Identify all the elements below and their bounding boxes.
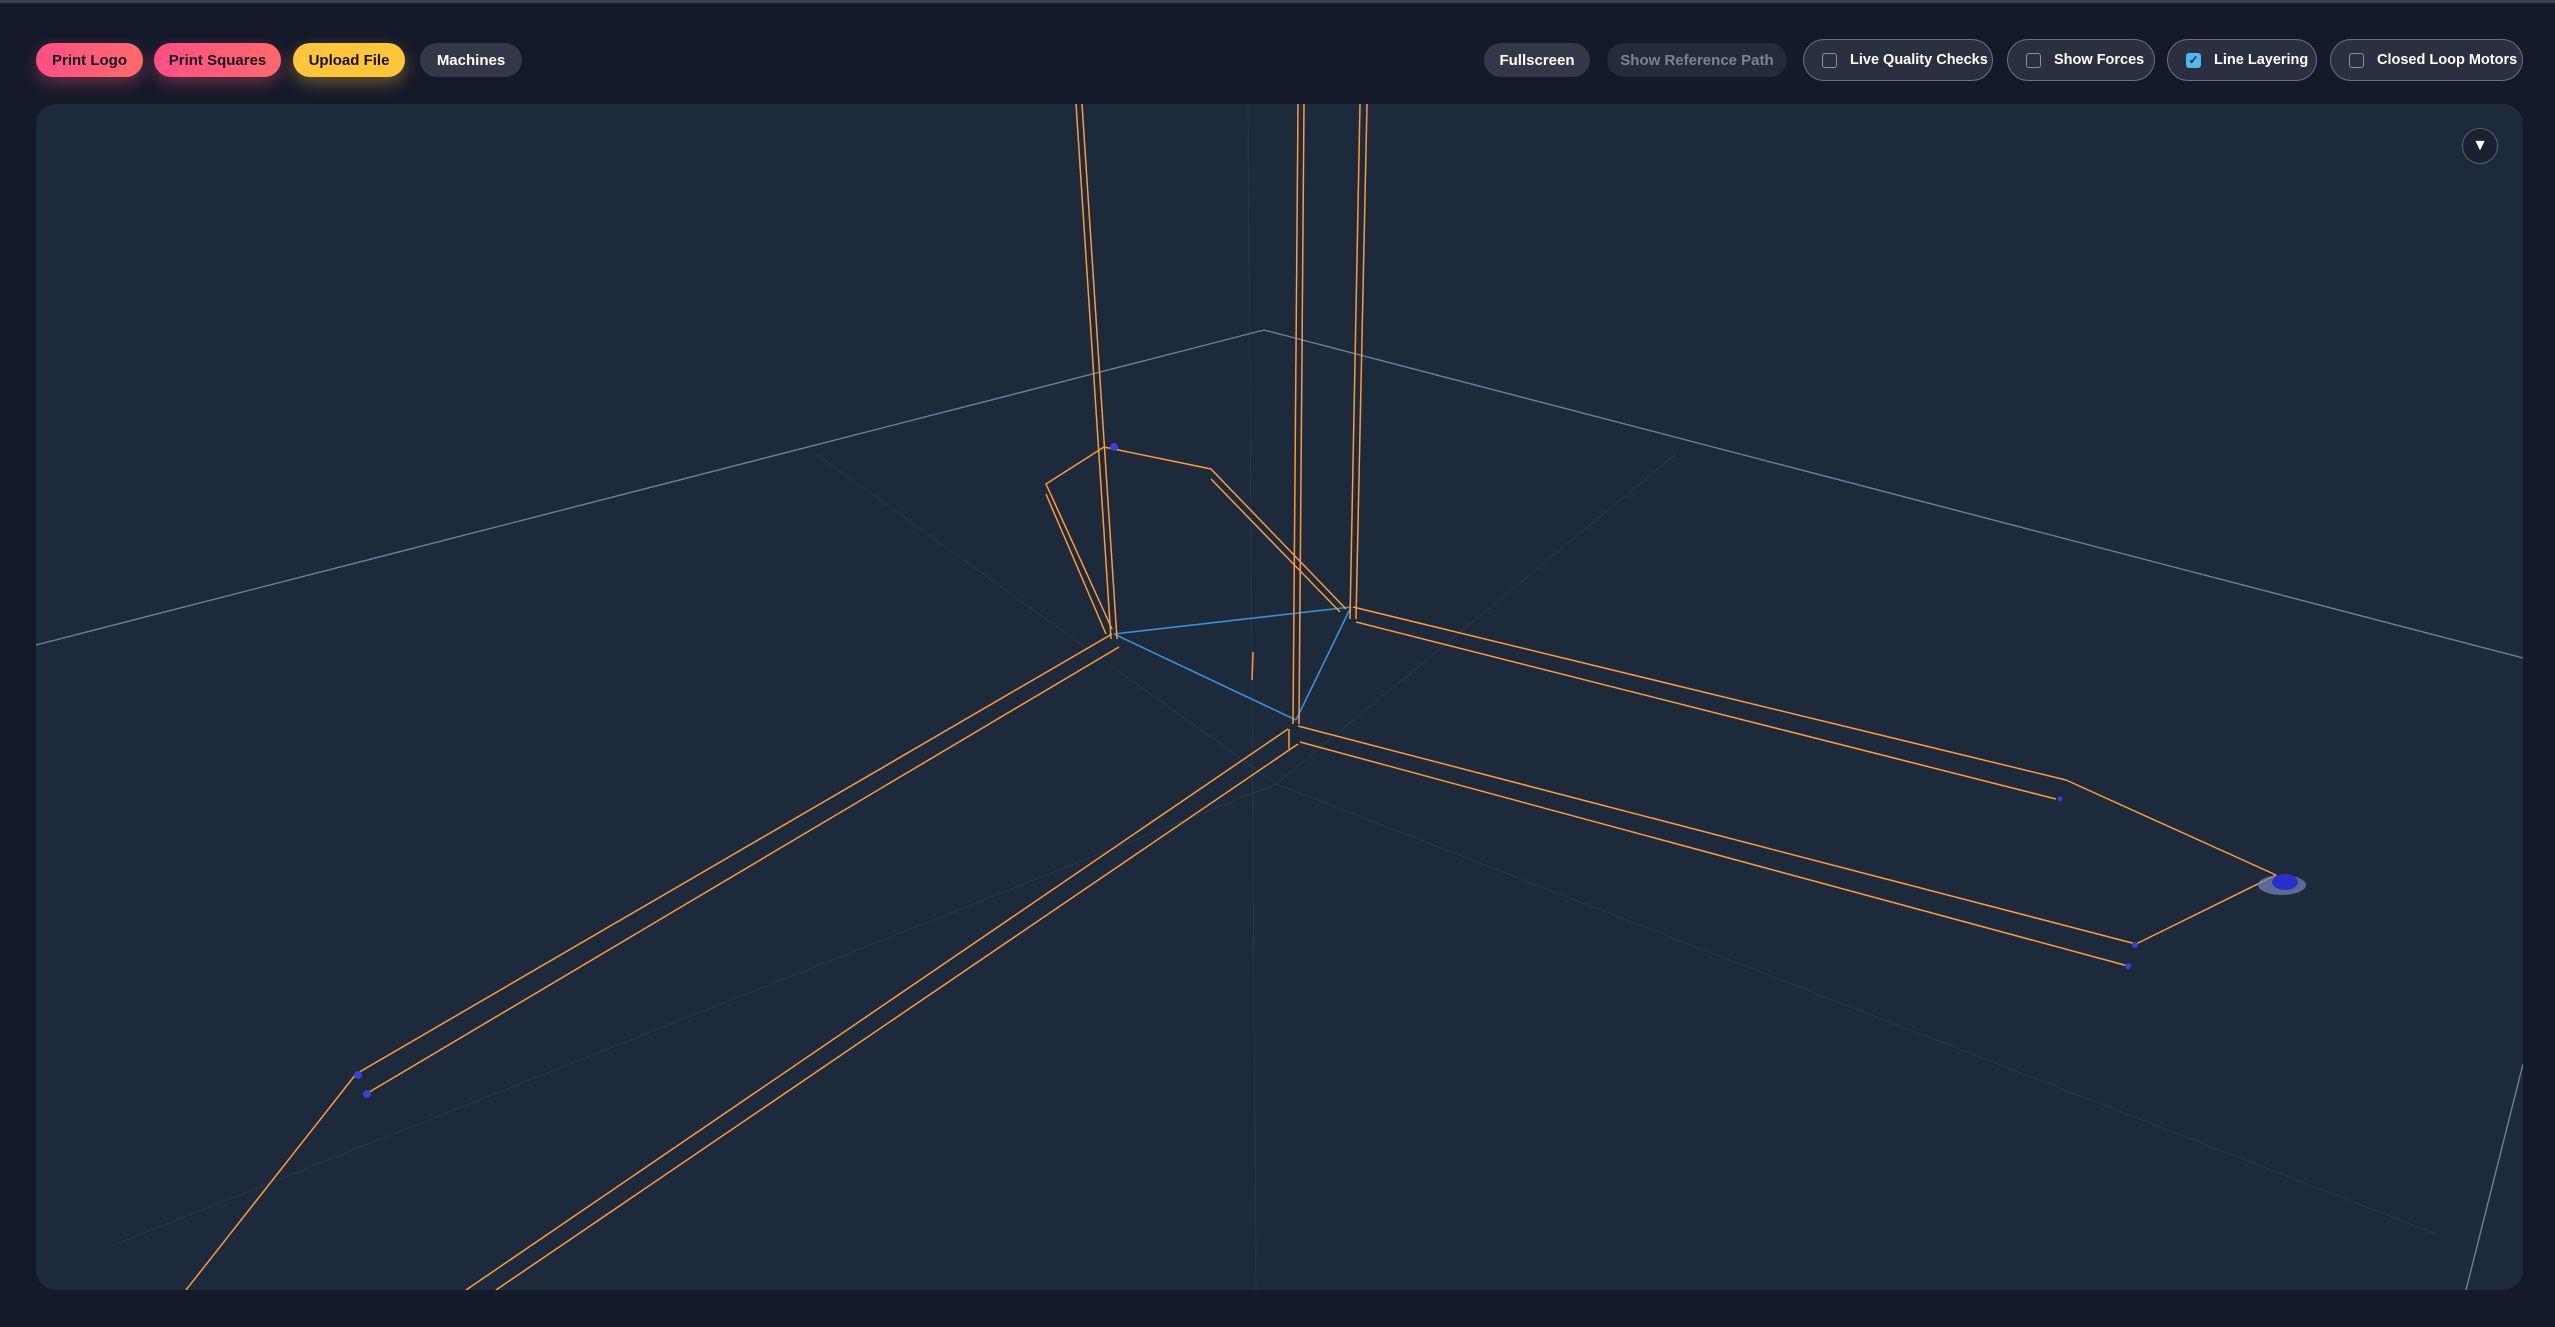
- checkbox[interactable]: [1822, 52, 1837, 68]
- window-top-border: [0, 0, 2555, 3]
- upload-file-button[interactable]: Upload File: [293, 43, 405, 77]
- build-volume-grid: [115, 104, 2437, 1290]
- toolpath-lines: [185, 104, 2277, 1290]
- checkbox[interactable]: [2026, 52, 2041, 68]
- fullscreen-button[interactable]: Fullscreen: [1484, 43, 1590, 77]
- show-reference-path-button[interactable]: Show Reference Path: [1607, 43, 1787, 77]
- machines-button[interactable]: Machines: [420, 43, 522, 77]
- toggle-show-forces[interactable]: Show Forces: [2007, 39, 2155, 81]
- print-squares-button[interactable]: Print Squares: [154, 43, 281, 77]
- toggle-line-layering[interactable]: ✓ Line Layering: [2167, 39, 2317, 81]
- viewport-menu-button[interactable]: ▼: [2462, 128, 2498, 164]
- checkbox[interactable]: [2349, 52, 2364, 68]
- toggle-label: Show Forces: [2054, 52, 2145, 68]
- checkbox-checked[interactable]: ✓: [2186, 52, 2201, 68]
- toggle-closed-loop-motors[interactable]: Closed Loop Motors: [2330, 39, 2523, 81]
- toggle-live-quality-checks[interactable]: Live Quality Checks: [1803, 39, 1993, 81]
- bed-outline: [36, 329, 2523, 1290]
- scene-canvas[interactable]: [36, 104, 2523, 1290]
- print-logo-button[interactable]: Print Logo: [36, 43, 143, 77]
- triangle-down-icon: ▼: [2472, 137, 2488, 154]
- 3d-viewport[interactable]: ▼: [36, 104, 2523, 1290]
- nozzle-marker: [2258, 874, 2306, 895]
- toggle-label: Line Layering: [2214, 52, 2309, 68]
- vertex-markers: [354, 443, 2138, 1098]
- toggle-label: Closed Loop Motors: [2377, 52, 2518, 68]
- travel-paths: [1113, 606, 1352, 721]
- toggle-label: Live Quality Checks: [1850, 52, 1988, 68]
